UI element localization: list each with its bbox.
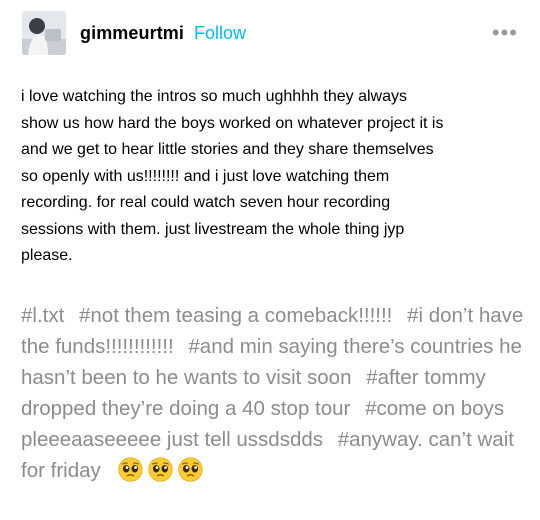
pleading-face-icon — [148, 457, 173, 482]
emoji-group — [118, 457, 203, 482]
post-body-text: i love watching the intros so much ughhh… — [21, 88, 444, 264]
username-link[interactable]: gimmeurtmi — [80, 23, 184, 44]
more-options-icon[interactable]: ••• — [490, 22, 520, 44]
avatar-image — [22, 11, 66, 55]
pleading-face-icon — [178, 457, 203, 482]
avatar[interactable] — [22, 11, 66, 55]
pleading-face-icon — [118, 457, 143, 482]
tag-link[interactable]: #not them teasing a comeback!!!!!! — [79, 304, 392, 327]
follow-button[interactable]: Follow — [194, 23, 246, 44]
tag-link[interactable]: #l.txt — [21, 304, 64, 327]
post-card: gimmeurtmi Follow ••• i love watching th… — [0, 0, 540, 520]
tag-list: #l.txt #not them teasing a comeback!!!!!… — [21, 300, 526, 486]
post-header: gimmeurtmi Follow ••• — [22, 11, 520, 55]
